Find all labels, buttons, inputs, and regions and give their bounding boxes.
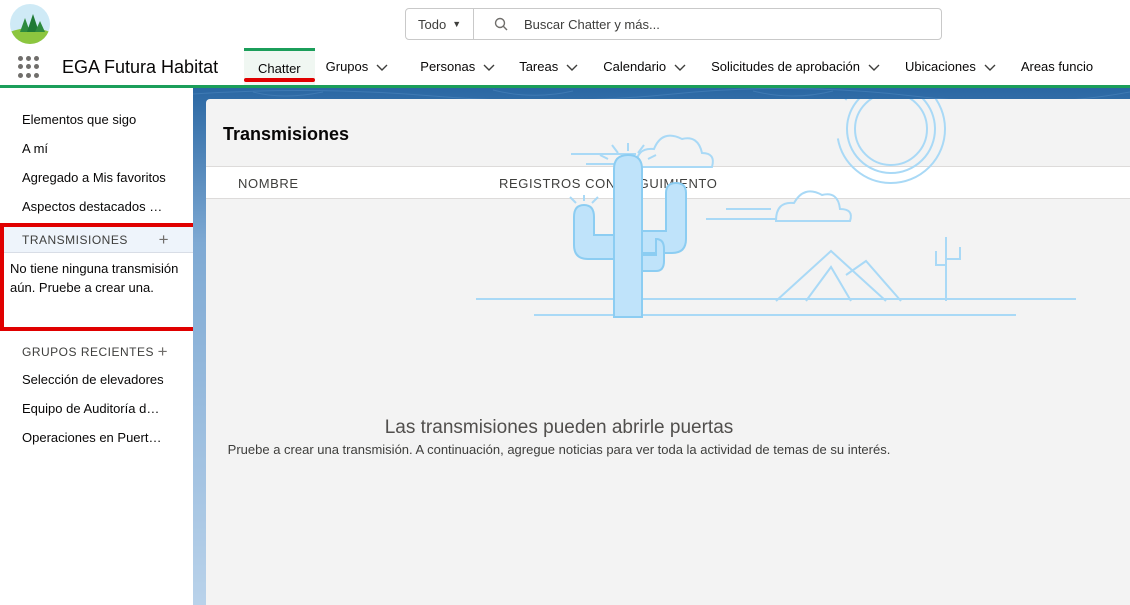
empty-state-title: Las transmisiones pueden abrirle puertas [384, 417, 734, 438]
chevron-down-icon[interactable] [566, 61, 578, 73]
streams-section: TRANSMISIONES + No tiene ninguna transmi… [0, 223, 199, 331]
sidebar-group-seleccion-elevadores[interactable]: Selección de elevadores [22, 372, 166, 387]
tab-ubicaciones[interactable]: Ubicaciones [905, 48, 996, 85]
tab-label: Grupos [325, 59, 369, 74]
sidebar-item-a-mi[interactable]: A mí [22, 141, 172, 156]
sidebar-item-elementos-que-sigo[interactable]: Elementos que sigo [22, 112, 172, 127]
tab-label: Chatter [258, 60, 301, 76]
search-scope-label: Todo [418, 16, 447, 32]
app-name: EGA Futura Habitat [62, 57, 219, 77]
streams-header-label: TRANSMISIONES [22, 232, 128, 247]
sidebar-group-equipo-auditoria[interactable]: Equipo de Auditoría de Calidad [22, 401, 166, 416]
caret-down-icon: ▼ [452, 19, 462, 29]
recent-groups-header: GRUPOS RECIENTES + [0, 339, 193, 365]
tab-label: Solicitudes de aprobación [711, 59, 860, 74]
chevron-down-icon[interactable] [483, 61, 495, 73]
tab-calendario[interactable]: Calendario [603, 48, 686, 85]
global-search: Todo ▼ [405, 8, 942, 40]
tab-solicitudes-aprobacion[interactable]: Solicitudes de aprobación [711, 48, 880, 85]
sidebar-item-aspectos-destacados[interactable]: Aspectos destacados de la compañía [22, 199, 164, 214]
tab-label: Ubicaciones [905, 59, 976, 74]
tab-chatter[interactable]: Chatter [244, 48, 315, 85]
tab-label: Areas funcio [1020, 59, 1094, 74]
chevron-down-icon[interactable] [984, 61, 996, 73]
recent-groups-header-label: GRUPOS RECIENTES [22, 345, 155, 359]
streams-empty-message: No tiene ninguna transmisión aún. Pruebe… [10, 261, 179, 295]
search-input[interactable] [524, 16, 904, 32]
add-group-icon[interactable]: + [158, 342, 168, 362]
app-launcher-icon[interactable] [18, 56, 40, 78]
sidebar-item-favoritos[interactable]: Agregado a Mis favoritos [22, 170, 168, 185]
streams-card: Transmisiones NOMBRE REGISTROS CON SEGUI… [206, 99, 1130, 605]
tab-label: Personas [420, 59, 476, 74]
page-title: Transmisiones [223, 124, 350, 144]
nav-items: Chatter Grupos Personas Tareas Calendari… [244, 48, 1093, 85]
tab-label: Calendario [603, 59, 667, 74]
org-logo[interactable] [10, 4, 50, 44]
search-icon [494, 17, 508, 31]
tab-areas-funcionales[interactable]: Areas funcio [1021, 48, 1093, 85]
streams-header: TRANSMISIONES + [4, 227, 195, 253]
tab-label: Tareas [519, 59, 559, 74]
column-header-nombre[interactable]: NOMBRE [238, 176, 299, 191]
global-header: Todo ▼ [0, 0, 1130, 48]
empty-state-illustration [476, 99, 1076, 318]
chevron-down-icon[interactable] [376, 61, 388, 73]
tab-tareas[interactable]: Tareas [519, 48, 578, 85]
chatter-sidebar: Elementos que sigo A mí Agregado a Mis f… [0, 91, 199, 605]
empty-state-subtitle: Pruebe a crear una transmisión. A contin… [227, 442, 891, 457]
sidebar-group-operaciones-puerto-rico[interactable]: Operaciones en Puerto Rico [22, 430, 166, 445]
tab-grupos[interactable]: Grupos [326, 48, 389, 85]
chevron-down-icon[interactable] [674, 61, 686, 73]
app-navbar: EGA Futura Habitat Chatter Grupos Person… [0, 48, 1130, 88]
chevron-down-icon[interactable] [868, 61, 880, 73]
search-scope-dropdown[interactable]: Todo ▼ [406, 9, 474, 39]
tab-personas[interactable]: Personas [420, 48, 495, 85]
add-stream-icon[interactable]: + [159, 230, 169, 250]
